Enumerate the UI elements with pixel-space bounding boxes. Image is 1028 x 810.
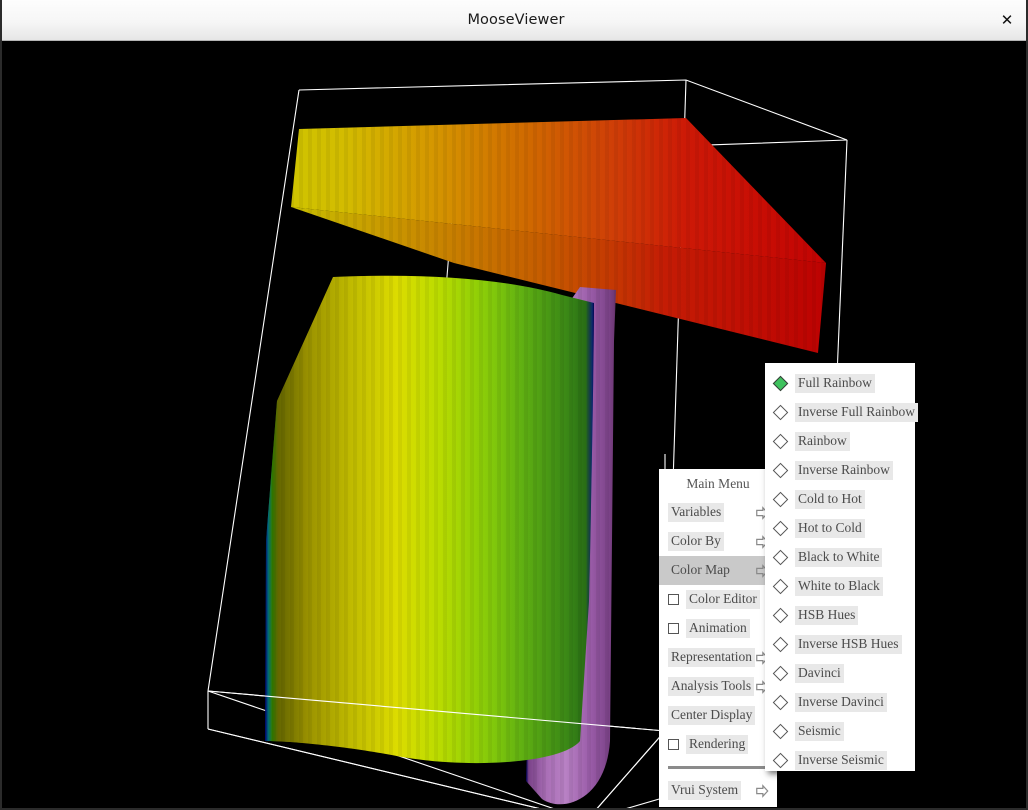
colormap-item-label: Cold to Hot	[795, 490, 865, 509]
radio-diamond-icon[interactable]	[772, 665, 789, 682]
colormap-item-label: Full Rainbow	[795, 374, 875, 393]
radio-diamond-icon[interactable]	[772, 433, 789, 450]
menu-item-vrui-system[interactable]: Vrui System	[659, 776, 777, 805]
checkbox-icon[interactable]	[668, 623, 679, 634]
main-menu-title: Main Menu	[686, 476, 750, 491]
colormap-item-label: White to Black	[795, 577, 883, 596]
color-map-submenu-panel[interactable]: Full Rainbow Inverse Full Rainbow Rainbo…	[765, 363, 918, 771]
main-menu-panel[interactable]: Main Menu Variables Color By Color Map C…	[659, 469, 777, 807]
chevron-right-icon	[756, 783, 769, 798]
colormap-item-inverse-full-rainbow[interactable]: Inverse Full Rainbow	[765, 398, 918, 427]
menu-item-label: Vrui System	[668, 781, 742, 800]
menu-item-label: Center Display	[668, 706, 756, 725]
radio-diamond-icon[interactable]	[772, 404, 789, 421]
colormap-item-inverse-seismic[interactable]: Inverse Seismic	[765, 746, 915, 775]
menu-separator	[668, 766, 768, 769]
menu-item-analysis-tools[interactable]: Analysis Tools	[659, 672, 777, 701]
radio-diamond-icon[interactable]	[772, 549, 789, 566]
menu-item-label: Animation	[686, 619, 750, 638]
radio-diamond-icon[interactable]	[772, 723, 789, 740]
colormap-item-black-to-white[interactable]: Black to White	[765, 543, 915, 572]
menu-item-label: Color Editor	[686, 590, 760, 609]
colormap-item-label: Rainbow	[795, 432, 850, 451]
menu-item-variables[interactable]: Variables	[659, 498, 777, 527]
colormap-item-hsb-hues[interactable]: HSB Hues	[765, 601, 915, 630]
radio-diamond-icon[interactable]	[772, 491, 789, 508]
radio-diamond-icon[interactable]	[772, 694, 789, 711]
colormap-item-davinci[interactable]: Davinci	[765, 659, 915, 688]
application-window: MooseViewer ✕ Main Menu Variables Color …	[0, 0, 1028, 810]
colormap-item-label: Davinci	[795, 664, 844, 683]
checkbox-icon[interactable]	[668, 739, 679, 750]
colormap-item-label: Black to White	[795, 548, 883, 567]
colormap-item-full-rainbow[interactable]: Full Rainbow	[765, 369, 915, 398]
colormap-item-label: Hot to Cold	[795, 519, 865, 538]
menu-item-center-display[interactable]: Center Display	[659, 701, 777, 730]
render-viewport[interactable]: Main Menu Variables Color By Color Map C…	[2, 41, 1026, 808]
colormap-item-label: HSB Hues	[795, 606, 859, 625]
colormap-item-label: Seismic	[795, 722, 844, 741]
menu-item-label: Analysis Tools	[668, 677, 755, 696]
colormap-item-label: Inverse Davinci	[795, 693, 887, 712]
iso-surface-object	[265, 275, 594, 764]
radio-diamond-icon[interactable]	[772, 520, 789, 537]
colormap-item-label: Inverse Rainbow	[795, 461, 893, 480]
colormap-item-white-to-black[interactable]: White to Black	[765, 572, 915, 601]
radio-diamond-icon[interactable]	[772, 462, 789, 479]
radio-diamond-icon[interactable]	[772, 636, 789, 653]
colormap-item-inverse-rainbow[interactable]: Inverse Rainbow	[765, 456, 915, 485]
menu-item-label: Variables	[668, 503, 725, 522]
menu-item-color-map[interactable]: Color Map	[659, 556, 777, 585]
colormap-item-label: Inverse HSB Hues	[795, 635, 902, 654]
radio-diamond-icon[interactable]	[772, 607, 789, 624]
menu-item-label: Representation	[668, 648, 755, 667]
close-icon[interactable]: ✕	[996, 9, 1018, 31]
colormap-item-label: Inverse Full Rainbow	[795, 403, 918, 422]
colormap-item-inverse-hsb-hues[interactable]: Inverse HSB Hues	[765, 630, 915, 659]
radio-diamond-icon[interactable]	[772, 375, 789, 392]
colormap-item-hot-to-cold[interactable]: Hot to Cold	[765, 514, 915, 543]
colormap-item-rainbow[interactable]: Rainbow	[765, 427, 915, 456]
menu-item-label: Color Map	[671, 562, 730, 578]
window-titlebar: MooseViewer ✕	[2, 0, 1026, 41]
menu-item-rendering[interactable]: Rendering	[659, 730, 777, 759]
colormap-item-seismic[interactable]: Seismic	[765, 717, 915, 746]
radio-diamond-icon[interactable]	[772, 752, 789, 769]
colormap-item-inverse-davinci[interactable]: Inverse Davinci	[765, 688, 915, 717]
menu-item-color-editor[interactable]: Color Editor	[659, 585, 777, 614]
window-title: MooseViewer	[467, 12, 565, 28]
menu-item-label: Color By	[668, 532, 724, 551]
colormap-item-cold-to-hot[interactable]: Cold to Hot	[765, 485, 915, 514]
menu-item-label: Rendering	[686, 735, 749, 754]
menu-item-animation[interactable]: Animation	[659, 614, 777, 643]
radio-diamond-icon[interactable]	[772, 578, 789, 595]
checkbox-icon[interactable]	[668, 594, 679, 605]
menu-item-representation[interactable]: Representation	[659, 643, 777, 672]
menu-item-color-by[interactable]: Color By	[659, 527, 777, 556]
colormap-item-label: Inverse Seismic	[795, 751, 887, 770]
